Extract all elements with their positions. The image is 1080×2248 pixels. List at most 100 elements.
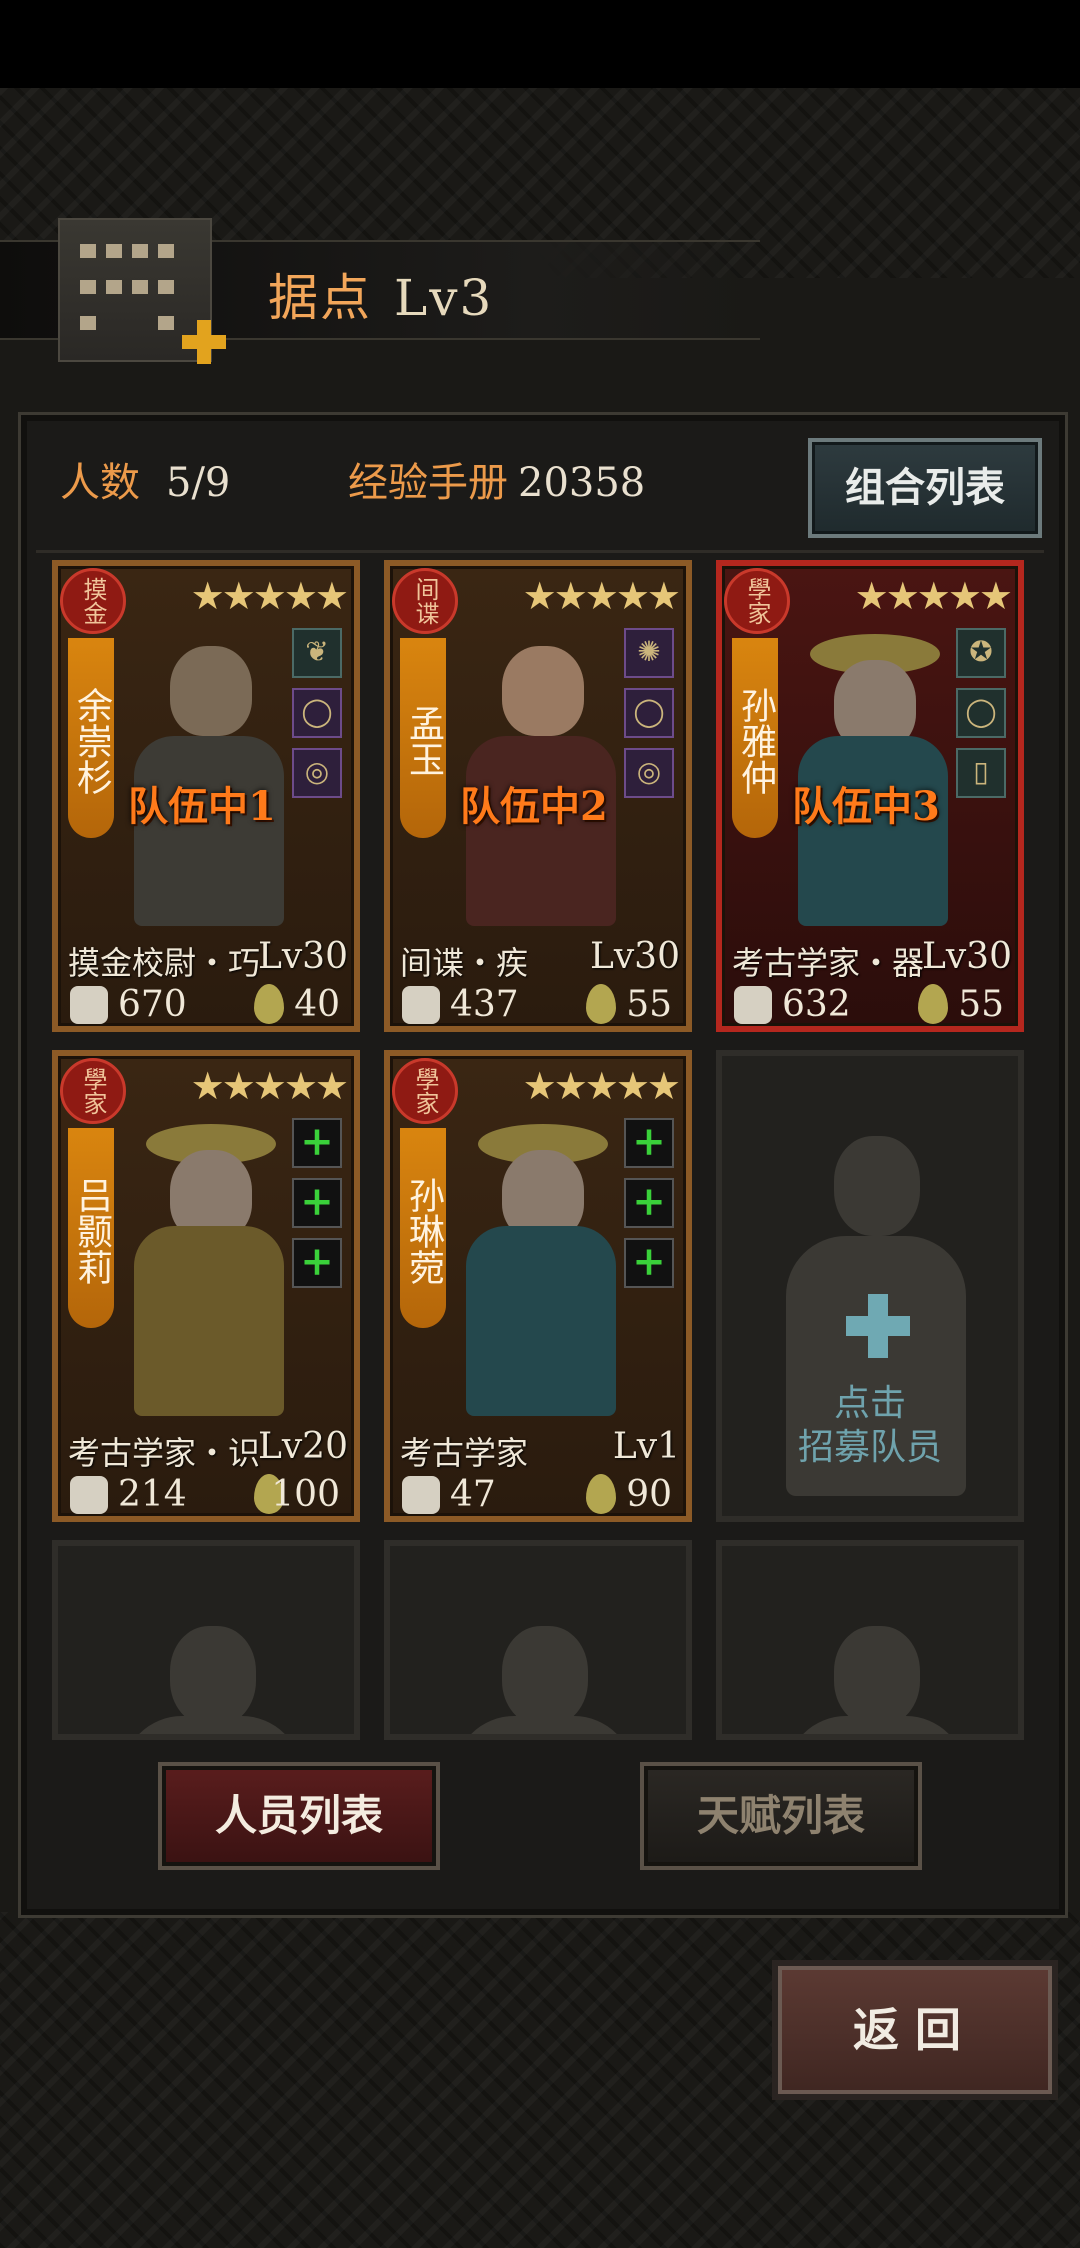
- member-card-2[interactable]: 间谍 ★★★★★ 孟玉 ✺ ◯ ◎ 队伍中2 间谍・疾 Lv30 437 55: [384, 560, 692, 1032]
- recruit-slot[interactable]: 点击 招募队员: [716, 1050, 1024, 1522]
- page-title: 据点 Lv3: [268, 258, 493, 330]
- silhouette-body: [454, 1716, 634, 1734]
- base-level: Lv3: [394, 269, 494, 327]
- power-value: 632: [782, 984, 851, 1025]
- power-value: 437: [450, 984, 519, 1025]
- class-badge: 學家: [724, 568, 790, 634]
- recruit-label: 点击 招募队员: [722, 1382, 1018, 1470]
- fist-icon: [734, 986, 772, 1024]
- member-card-3[interactable]: 學家 ★★★★★ 孙雅仲 ✪ ◯ ▯ 队伍中3 考古学家・器 Lv30 632 5…: [716, 560, 1024, 1032]
- add-equipment-icon[interactable]: +: [292, 1238, 342, 1288]
- ring-icon[interactable]: ◯: [624, 688, 674, 738]
- status-bar: [0, 0, 1080, 88]
- member-card-1[interactable]: 摸金 ★★★★★ 余崇杉 ❦ ◯ ◎ 队伍中1 摸金校尉・巧 Lv30 670 4…: [52, 560, 360, 1032]
- add-member-icon: [846, 1294, 910, 1358]
- class-badge: 摸金: [60, 568, 126, 634]
- star-rating: ★★★★★: [522, 1064, 681, 1108]
- fist-icon: [402, 986, 440, 1024]
- stamina-drop-icon: [918, 984, 948, 1024]
- ring-icon[interactable]: ◎: [624, 748, 674, 798]
- spider-icon[interactable]: ✺: [624, 628, 674, 678]
- stamina-value: 55: [626, 984, 672, 1025]
- character-name: 吕颢莉: [68, 1128, 114, 1328]
- empty-slot: [384, 1540, 692, 1740]
- power-value: 47: [450, 1474, 496, 1515]
- bracelet-icon[interactable]: ◯: [956, 688, 1006, 738]
- silhouette-icon: [834, 1136, 920, 1236]
- stamina-value: 40: [294, 984, 340, 1025]
- card-info: 考古学家・器 Lv30: [732, 936, 1012, 984]
- star-rating: ★★★★★: [854, 574, 1013, 618]
- star-rating: ★★★★★: [190, 574, 349, 618]
- character-level: Lv30: [921, 936, 1012, 977]
- potion-icon[interactable]: ❦: [292, 628, 342, 678]
- class-badge: 间谍: [392, 568, 458, 634]
- character-portrait: [450, 1116, 630, 1416]
- character-level: Lv20: [257, 1426, 348, 1467]
- silhouette-body: [786, 1716, 966, 1734]
- card-info: 考古学家 Lv1: [400, 1426, 680, 1474]
- phone-icon[interactable]: ▯: [956, 748, 1006, 798]
- stamina-value: 90: [626, 1474, 672, 1515]
- character-level: Lv30: [589, 936, 680, 977]
- title-text: 据点: [268, 269, 372, 327]
- character-portrait: [118, 1116, 298, 1416]
- empty-slot: [716, 1540, 1024, 1740]
- member-card-5[interactable]: 學家 ★★★★★ 孙琳菀 + + + 考古学家 Lv1 47 90: [384, 1050, 692, 1522]
- team-tag: 队伍中3: [792, 783, 940, 830]
- add-equipment-icon[interactable]: +: [624, 1118, 674, 1168]
- power-value: 670: [118, 984, 187, 1025]
- character-name: 孟玉: [400, 638, 446, 838]
- member-count: 人数 5/9: [60, 450, 230, 510]
- card-info: 间谍・疾 Lv30: [400, 936, 680, 984]
- class-badge: 學家: [60, 1058, 126, 1124]
- bag-icon[interactable]: ✪: [956, 628, 1006, 678]
- silhouette-body: [122, 1716, 302, 1734]
- add-equipment-icon[interactable]: +: [624, 1238, 674, 1288]
- add-equipment-icon[interactable]: +: [624, 1178, 674, 1228]
- recruit-line-1: 点击: [833, 1383, 906, 1424]
- stamina-drop-icon: [586, 1474, 616, 1514]
- divider: [36, 550, 1044, 553]
- member-count-value: 5/9: [166, 460, 231, 506]
- card-info: 考古学家・识 Lv20: [68, 1426, 348, 1474]
- silhouette-icon: [502, 1626, 588, 1726]
- add-equipment-icon[interactable]: +: [292, 1178, 342, 1228]
- team-tag: 队伍中1: [128, 783, 276, 830]
- fist-icon: [70, 986, 108, 1024]
- stamina-drop-icon: [586, 984, 616, 1024]
- member-card-4[interactable]: 學家 ★★★★★ 吕颢莉 + + + 考古学家・识 Lv20 214 100: [52, 1050, 360, 1522]
- stamina-value: 55: [958, 984, 1004, 1025]
- exp-manual: 经验手册 20358: [348, 450, 645, 510]
- character-role: 考古学家・识: [68, 1434, 261, 1472]
- character-name: 余崇杉: [68, 638, 114, 838]
- character-level: Lv1: [612, 1426, 680, 1467]
- stamina-drop-icon: [254, 984, 284, 1024]
- combo-list-button[interactable]: 组合列表: [808, 438, 1042, 538]
- card-stats: 437 55: [396, 984, 682, 1026]
- member-count-label: 人数: [60, 460, 140, 506]
- character-name: 孙雅仲: [732, 638, 778, 838]
- fist-icon: [70, 1476, 108, 1514]
- silhouette-icon: [834, 1626, 920, 1726]
- character-role: 考古学家: [400, 1434, 529, 1472]
- ring-icon[interactable]: ◎: [292, 748, 342, 798]
- card-stats: 214 100: [64, 1474, 350, 1516]
- power-value: 214: [118, 1474, 187, 1515]
- ring-icon[interactable]: ◯: [292, 688, 342, 738]
- tab-talent-list[interactable]: 天赋列表: [640, 1762, 922, 1870]
- card-info: 摸金校尉・巧 Lv30: [68, 936, 348, 984]
- character-level: Lv30: [257, 936, 348, 977]
- stamina-value: 100: [271, 1474, 340, 1515]
- team-tag: 队伍中2: [460, 783, 608, 830]
- card-stats: 47 90: [396, 1474, 682, 1516]
- back-button[interactable]: 返回: [772, 1960, 1058, 2100]
- card-stats: 632 55: [728, 984, 1014, 1026]
- upgrade-plus-icon[interactable]: [180, 318, 228, 366]
- exp-manual-value: 20358: [518, 460, 646, 506]
- tab-member-list[interactable]: 人员列表: [158, 1762, 440, 1870]
- add-equipment-icon[interactable]: +: [292, 1118, 342, 1168]
- character-role: 间谍・疾: [400, 944, 529, 982]
- character-role: 摸金校尉・巧: [68, 944, 261, 982]
- character-name: 孙琳菀: [400, 1128, 446, 1328]
